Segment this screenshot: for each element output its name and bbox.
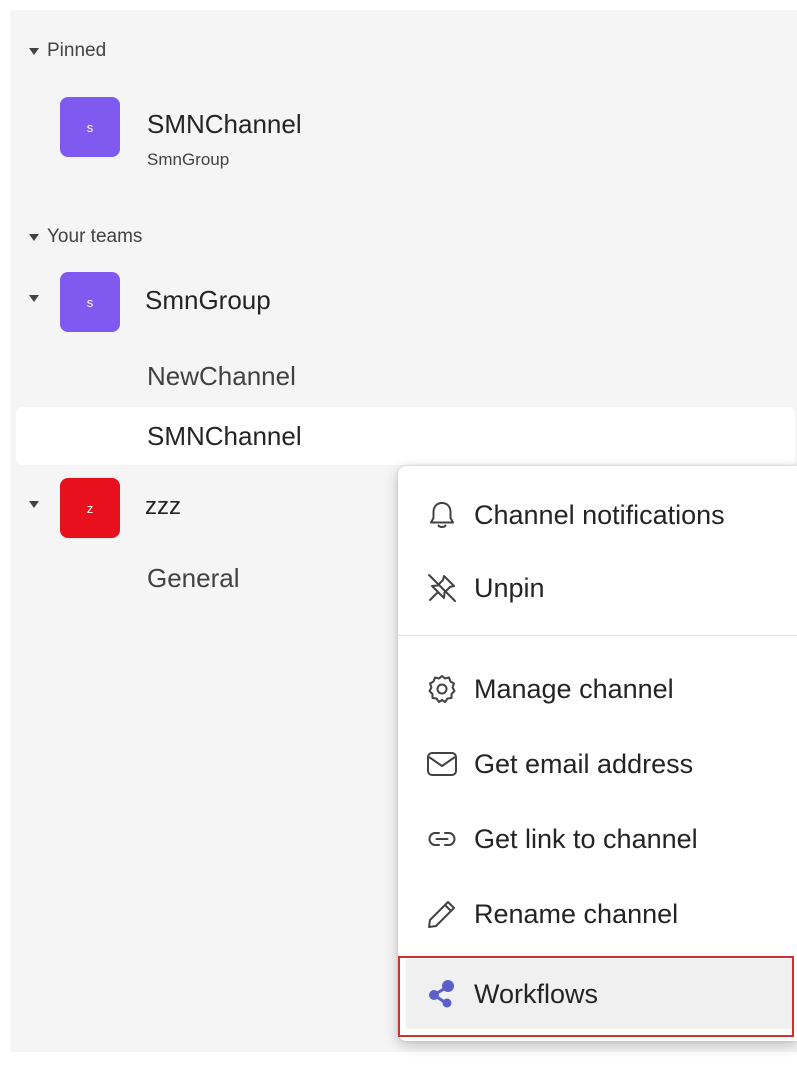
chevron-down-icon[interactable] bbox=[29, 295, 39, 302]
menu-item-label: Channel notifications bbox=[474, 499, 725, 530]
team-avatar: s bbox=[60, 272, 120, 332]
menu-divider bbox=[398, 635, 797, 636]
menu-item-label: Workflows bbox=[474, 978, 599, 1009]
link-icon bbox=[422, 819, 462, 859]
menu-item-label: Get email address bbox=[474, 748, 694, 779]
avatar-letter: s bbox=[86, 294, 94, 310]
pinned-channel-name: SMNChannel bbox=[147, 109, 302, 139]
bell-icon bbox=[422, 495, 462, 535]
pinned-section-header[interactable]: Pinned bbox=[10, 37, 106, 65]
avatar-letter: z bbox=[86, 500, 94, 516]
chevron-down-icon bbox=[29, 46, 39, 56]
menu-item-label: Rename channel bbox=[474, 898, 679, 929]
unpin-icon bbox=[422, 568, 462, 608]
menu-item-manage-channel[interactable]: Manage channel bbox=[406, 654, 793, 724]
team-item-smngroup[interactable]: s SmnGroup bbox=[10, 270, 797, 332]
menu-item-unpin[interactable]: Unpin bbox=[406, 553, 793, 623]
avatar-letter: s bbox=[86, 119, 94, 135]
channel-name: NewChannel bbox=[147, 360, 296, 391]
your-teams-header-label: Your teams bbox=[47, 226, 143, 247]
channel-item-smnchannel[interactable]: SMNChannel bbox=[16, 407, 795, 465]
menu-item-label: Unpin bbox=[474, 572, 545, 603]
menu-item-get-link-to-channel[interactable]: Get link to channel bbox=[406, 804, 793, 874]
menu-item-label: Get link to channel bbox=[474, 823, 698, 854]
team-avatar: s bbox=[60, 97, 120, 157]
channel-name: SMNChannel bbox=[147, 420, 302, 451]
channel-name: General bbox=[147, 562, 240, 593]
chevron-down-icon bbox=[29, 232, 39, 242]
pencil-icon bbox=[422, 894, 462, 934]
team-name: SmnGroup bbox=[145, 285, 271, 315]
team-name: zzz bbox=[145, 493, 181, 520]
menu-item-label: Manage channel bbox=[474, 673, 674, 704]
menu-item-channel-notifications[interactable]: Channel notifications bbox=[406, 480, 793, 550]
chevron-down-icon[interactable] bbox=[29, 501, 39, 508]
pinned-channel-item[interactable]: s SMNChannel SmnGroup bbox=[10, 97, 797, 177]
channel-item-newchannel[interactable]: NewChannel bbox=[16, 347, 795, 405]
pinned-channel-team: SmnGroup bbox=[147, 150, 230, 169]
workflows-icon bbox=[422, 974, 462, 1014]
menu-item-rename-channel[interactable]: Rename channel bbox=[406, 879, 793, 949]
channel-context-menu: Channel notifications Unpin Manage chann… bbox=[398, 466, 797, 1041]
your-teams-section-header[interactable]: Your teams bbox=[10, 223, 142, 251]
mail-icon bbox=[422, 744, 462, 784]
gear-icon bbox=[422, 669, 462, 709]
menu-item-get-email-address[interactable]: Get email address bbox=[406, 729, 793, 799]
team-avatar: z bbox=[60, 478, 120, 538]
pinned-header-label: Pinned bbox=[47, 40, 107, 61]
menu-item-workflows[interactable]: Workflows bbox=[406, 959, 793, 1029]
